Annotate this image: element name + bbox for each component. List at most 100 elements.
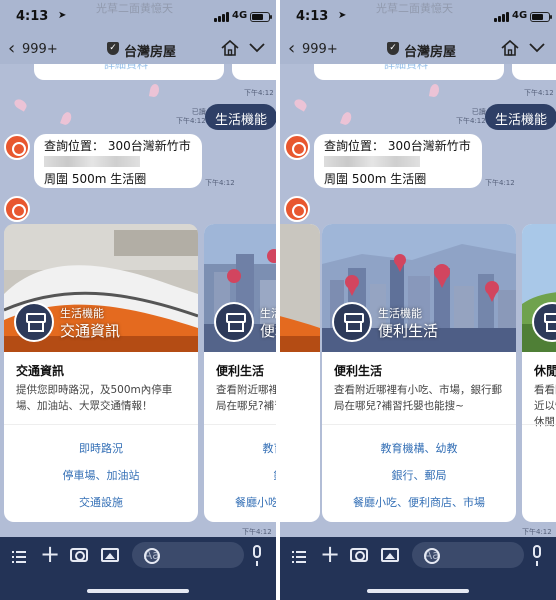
card-hero-title: 便利生活 [260,322,276,340]
message-input[interactable]: Aa [412,542,524,568]
chevron-down-icon[interactable] [528,40,546,54]
signal-icon [214,12,230,22]
location-arrow-icon: ➤ [338,10,347,21]
petal-decoration [340,110,353,127]
leisure-card[interactable]: 休閒娛 看看附近以慢休閒 [522,224,556,522]
card-divider [204,424,276,425]
battery-icon [530,12,552,22]
link-food-market[interactable]: 餐廳小吃、便利商店、市場 [322,494,516,510]
convenience-card[interactable]: 生活機能 便利生活 便利生活 查看附近哪裡有小吃、市場，銀行郵局在哪兒?補習托嬰… [204,224,276,522]
user-message-bubble[interactable]: 生活機能 [205,104,276,130]
card-title: 便利生活 [216,364,265,378]
card-title: 休閒娛 [534,364,556,378]
message-time: 下午4:12 [244,89,274,97]
camera-icon[interactable] [70,548,88,562]
image-icon[interactable] [101,548,119,562]
location-arrow-icon: ➤ [58,10,67,21]
card-hero-title: 交通資訊 [60,322,121,340]
previous-message-bubble[interactable] [232,64,276,80]
back-chevron-icon[interactable]: ‹ [288,38,295,59]
menu-icon[interactable] [12,549,26,563]
card-hero-title: 便利生活 [378,322,439,340]
blurred-address [44,156,140,167]
phone-screen-left: 4:13 ➤ 光草二面黄憶天 4G ‹ 999+ ✓ 台灣房屋 詳細資料 下午4… [0,0,276,600]
link-education[interactable]: 教育機構、幼教 [322,440,516,456]
bot-avatar[interactable] [284,134,310,160]
message-time: 下午4:12 [522,528,552,536]
bot-reply-line3: 周圍 500m 生活圈 [324,172,427,186]
bot-reply-bubble[interactable]: 查詢位置： 300台灣新竹市 周圍 500m 生活圈 [314,134,482,188]
home-icon[interactable] [220,39,240,57]
unread-count[interactable]: 999+ [302,42,338,57]
message-time: 下午4:12 [242,528,272,536]
previous-message-bubble[interactable]: 詳細資料 [34,64,224,80]
network-type: 4G [232,10,248,21]
chat-header: ‹ 999+ ✓ 台灣房屋 [0,34,276,64]
previous-message-bubble[interactable]: 詳細資料 [314,64,504,80]
unread-count[interactable]: 999+ [22,42,58,57]
link-bank-post[interactable]: 銀行、郵局 [322,467,516,483]
status-bar: 4:13 ➤ 光草二面黄憶天 4G [280,0,556,34]
bot-avatar[interactable] [284,196,310,222]
card-divider [522,424,556,425]
chevron-down-icon[interactable] [248,40,266,54]
bot-reply-line1: 查詢位置： 300台灣新竹市 [324,139,471,153]
back-chevron-icon[interactable]: ‹ [8,38,15,59]
petal-decoration [60,110,73,127]
status-time: 4:13 [296,9,329,24]
message-time: 下午4:12 [524,89,554,97]
previous-message-bubble[interactable] [512,64,556,80]
card-description: 看看附近以慢休閒 [534,384,556,428]
plus-icon[interactable]: + [320,542,340,566]
microphone-icon[interactable] [253,545,261,566]
convenience-card[interactable]: 生活機能 便利生活 便利生活 查看附近哪裡有小吃、市場，銀行郵局在哪兒?補習托嬰… [322,224,516,522]
microphone-icon[interactable] [533,545,541,566]
link-education[interactable]: 教育機構、幼教 [204,440,277,456]
user-message-bubble[interactable]: 生活機能 [485,104,556,130]
message-composer: + Aa [0,537,276,600]
shop-icon [14,302,54,342]
petal-decoration [12,97,29,112]
bot-avatar[interactable] [4,134,30,160]
message-time: 下午4:12 [485,179,515,187]
status-bar: 4:13 ➤ 光草二面黄憶天 4G [0,0,276,34]
card-description: 提供您即時路況，及500m內停車場、加油站、大眾交通情報！ [16,384,173,412]
train-image [280,224,320,352]
menu-icon[interactable] [292,549,306,563]
home-indicator [87,589,189,593]
chat-title: 台灣房屋 [404,45,457,60]
link-parking-gas[interactable]: 停車場、加油站 [4,467,198,483]
chat-area[interactable]: 詳細資料 下午4:12 已讀 下午4:12 生活機能 查詢位置： 300台灣新竹市… [280,64,556,537]
link-food-market[interactable]: 餐廳小吃、便利商店、市場 [204,494,276,510]
link-transport-facilities[interactable]: 交通設施 [4,494,198,510]
home-icon[interactable] [500,39,520,57]
shop-icon [214,302,254,342]
blurred-address [324,156,420,167]
chat-area[interactable]: 詳細資料 下午4:12 已讀 下午4:12 生活機能 查詢位置： 300台灣新竹市… [0,64,276,537]
card-tag: 生活機能 [260,307,276,320]
shop-icon [332,302,372,342]
message-input[interactable]: Aa [132,542,244,568]
link-realtime-traffic[interactable]: 即時路況 [4,440,198,456]
bot-avatar[interactable] [4,196,30,222]
image-icon[interactable] [381,548,399,562]
bot-reply-bubble[interactable]: 查詢位置： 300台灣新竹市 周圍 500m 生活圈 [34,134,202,188]
official-shield-icon: ✓ [387,42,399,55]
camera-icon[interactable] [350,548,368,562]
chat-header: ‹ 999+ ✓ 台灣房屋 [280,34,556,64]
bot-reply-line1: 查詢位置： 300台灣新竹市 [44,139,191,153]
petal-decoration [148,83,161,98]
petal-decoration [292,97,309,112]
transport-card[interactable]: 生活機能 交通資訊 交通資訊 提供您即時路況，及500m內停車場、加油站、大眾交… [4,224,198,522]
emoji-icon[interactable] [144,548,160,564]
signal-icon [494,12,510,22]
status-ghost-text: 光草二面黄憶天 [96,2,173,15]
plus-icon[interactable]: + [40,542,60,566]
phone-screen-right: 4:13 ➤ 光草二面黄憶天 4G ‹ 999+ ✓ 台灣房屋 詳細資料 下午4… [280,0,556,600]
official-shield-icon: ✓ [107,42,119,55]
battery-icon [250,12,272,22]
home-indicator [367,589,469,593]
emoji-icon[interactable] [424,548,440,564]
transport-card[interactable] [280,224,320,522]
link-bank-post[interactable]: 銀行、郵局 [204,467,277,483]
